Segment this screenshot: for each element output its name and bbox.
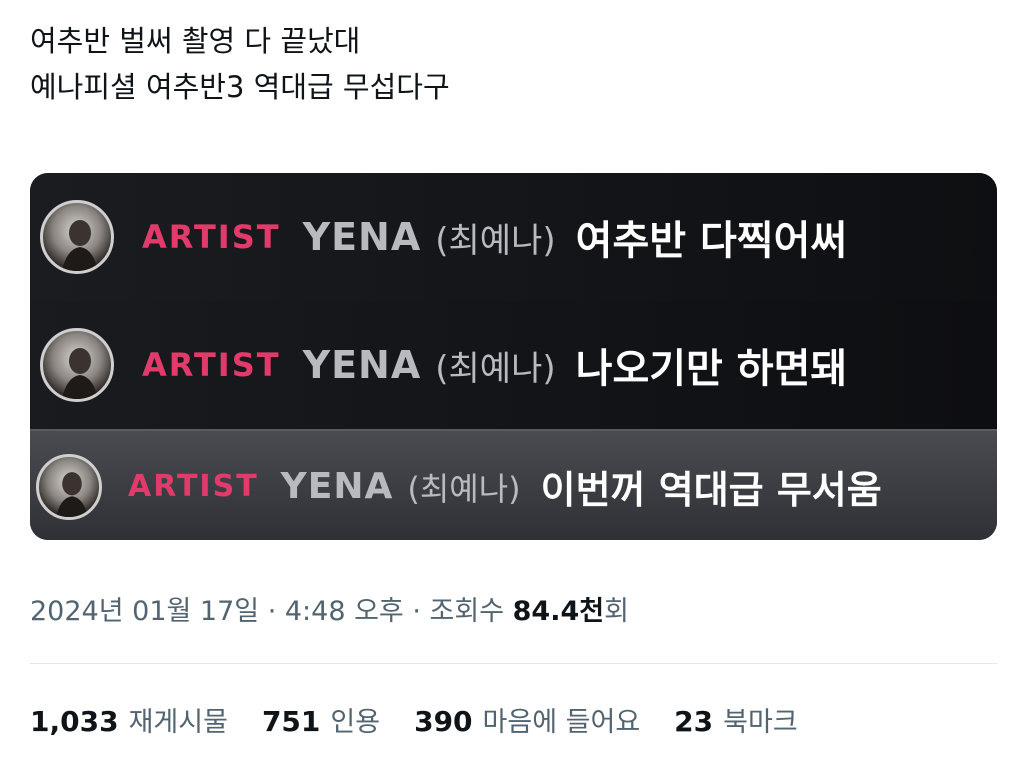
- bookmarks-stat[interactable]: 23 북마크: [674, 700, 798, 739]
- quotes-label: 인용: [330, 707, 381, 738]
- quotes-count: 751: [261, 705, 321, 738]
- artist-role-label: ARTIST: [128, 469, 259, 504]
- chat-message-row: ARTIST YENA (최예나) 여추반 다찍어써: [30, 173, 997, 301]
- tweet-line-2: 예나피셜 여추반3 역대급 무섭다구: [30, 70, 450, 104]
- views-suffix: 회: [604, 596, 629, 627]
- chat-message-text: 이번꺼 역대급 무서움: [540, 468, 882, 512]
- artist-korean-name: (최예나): [407, 469, 521, 508]
- quotes-stat[interactable]: 751 인용: [262, 700, 380, 739]
- artist-avatar: [40, 200, 114, 274]
- tweet-media-image[interactable]: ARTIST YENA (최예나) 여추반 다찍어써 ARTIST YENA (…: [30, 173, 997, 540]
- chat-message-row: ARTIST YENA (최예나) 나오기만 하면돼: [30, 301, 997, 429]
- views-label: 조회수: [429, 596, 513, 627]
- artist-name: YENA: [280, 466, 394, 507]
- reposts-label: 재게시물: [128, 707, 228, 738]
- artist-korean-name: (최예나): [435, 220, 556, 261]
- chat-message-text: 여추반 다찍어써: [575, 218, 848, 264]
- artist-name: YENA: [302, 343, 422, 387]
- chat-message-row: ARTIST YENA (최예나) 이번꺼 역대급 무서움: [30, 429, 997, 540]
- chat-message-text: 나오기만 하면돼: [575, 346, 848, 392]
- artist-role-label: ARTIST: [142, 218, 281, 256]
- tweet-date[interactable]: 2024년 01월 17일: [30, 596, 259, 627]
- tweet-text: 여추반 벌써 촬영 다 끝났대 예나피셜 여추반3 역대급 무섭다구: [30, 18, 990, 110]
- tweet-time[interactable]: 4:48 오후: [285, 596, 404, 627]
- artist-avatar: [40, 328, 114, 402]
- likes-label: 마음에 들어요: [482, 707, 641, 738]
- artist-role-label: ARTIST: [142, 346, 281, 384]
- likes-stat[interactable]: 390 마음에 들어요: [414, 700, 640, 739]
- views-count: 84.4천: [512, 596, 605, 627]
- engagement-stats: 1,033 재게시물 751 인용 390 마음에 들어요 23 북마크: [30, 700, 1010, 739]
- reposts-stat[interactable]: 1,033 재게시물: [30, 700, 228, 739]
- bookmarks-count: 23: [674, 705, 714, 738]
- artist-avatar: [36, 453, 102, 520]
- tweet-meta: 2024년 01월 17일 · 4:48 오후 · 조회수 84.4천회: [30, 589, 1010, 628]
- meta-separator: ·: [403, 596, 430, 627]
- tweet-line-1: 여추반 벌써 촬영 다 끝났대: [30, 24, 361, 58]
- reposts-count: 1,033: [30, 705, 119, 738]
- likes-count: 390: [414, 705, 473, 738]
- artist-name: YENA: [302, 215, 422, 259]
- artist-korean-name: (최예나): [435, 348, 556, 389]
- divider: [30, 663, 997, 664]
- bookmarks-label: 북마크: [723, 707, 798, 738]
- meta-separator: ·: [259, 596, 285, 627]
